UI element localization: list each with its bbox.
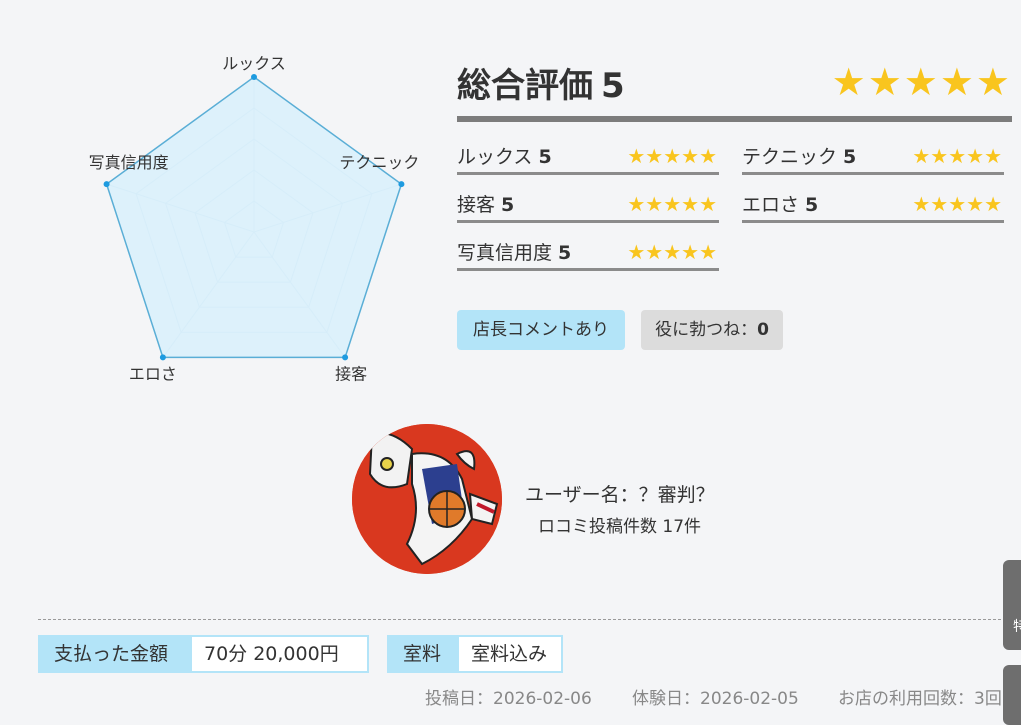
helpful-button[interactable]: 役に勃つね：0 [641, 310, 783, 350]
review-post-count: ロコミ投稿件数 17件 [538, 517, 702, 537]
rating-erotic: エロさ 5 ★★★★★ [742, 186, 1004, 223]
side-tab-label: 特 [1013, 619, 1021, 635]
rating-stars: ★★★★★ [912, 192, 1002, 216]
rating-service: 接客 5 ★★★★★ [457, 186, 719, 223]
radar-label: 接客 [335, 364, 367, 383]
radar-label: ルックス [222, 54, 286, 73]
radar-label: 写真信用度 [89, 153, 169, 172]
radar-point [251, 74, 257, 80]
avatar-mascot-icon [352, 424, 502, 574]
payment-label: 支払った金額 [54, 643, 169, 665]
rating-score: 5 [558, 242, 572, 264]
rating-photo-trust: 写真信用度 5 ★★★★★ [457, 234, 719, 271]
user-name[interactable]: ユーザー名：？審判？ [525, 480, 715, 507]
room-fee-info: 室料 室料込み [387, 635, 563, 673]
overall-stars: ★★★★★ [831, 60, 1012, 104]
rating-score: 5 [501, 194, 515, 216]
radar-label: テクニック [339, 153, 419, 172]
overall-title: 総合評価 5 [457, 58, 625, 107]
posted-date: 投稿日：2026-02-06 [425, 689, 592, 709]
manager-comment-badge[interactable]: 店長コメントあり [457, 310, 625, 350]
rating-score: 5 [805, 194, 819, 216]
radar-point [103, 181, 110, 188]
divider [38, 619, 1021, 620]
visit-count: お店の利用回数：3回以 [838, 689, 1019, 709]
rating-label: テクニック [742, 146, 838, 168]
rating-score: 5 [843, 146, 857, 168]
rating-technique: テクニック 5 ★★★★★ [742, 138, 1004, 175]
overall-score: 5 [601, 66, 625, 106]
rating-looks: ルックス 5 ★★★★★ [457, 138, 719, 175]
overall-rating: 総合評価 5 ★★★★★ [457, 56, 1012, 122]
radar-value-shape [105, 76, 403, 359]
radar-point [159, 354, 166, 361]
rating-stars: ★★★★★ [912, 144, 1002, 168]
avatar[interactable] [352, 424, 502, 574]
rating-stars: ★★★★★ [627, 144, 717, 168]
rating-stars: ★★★★★ [627, 240, 717, 264]
payment-info: 支払った金額 70分 20,000円 [38, 635, 369, 673]
radar-chart: ルックステクニック接客 エロさ 写真信用度 [89, 54, 420, 383]
radar-point [398, 181, 405, 188]
rating-label: エロさ [742, 194, 800, 216]
radar-point [342, 354, 349, 361]
rating-score: 5 [538, 146, 552, 168]
overall-label: 総合評価 [457, 66, 593, 106]
room-fee-value: 室料込み [459, 637, 561, 671]
helpful-label: 役に勃つね： [655, 320, 758, 340]
helpful-count: 0 [757, 320, 769, 340]
radar-label: エロさ [129, 364, 177, 383]
rating-label: 接客 [457, 194, 496, 216]
rating-label: ルックス [457, 146, 533, 168]
side-tab-2[interactable] [1003, 665, 1021, 725]
rating-stars: ★★★★★ [627, 192, 717, 216]
experience-date: 体験日：2026-02-05 [632, 689, 799, 709]
rating-label: 写真信用度 [457, 242, 553, 264]
payment-value: 70分 20,000円 [192, 637, 367, 671]
room-fee-label: 室料 [403, 643, 442, 665]
side-tab[interactable]: 特 [1003, 560, 1021, 650]
